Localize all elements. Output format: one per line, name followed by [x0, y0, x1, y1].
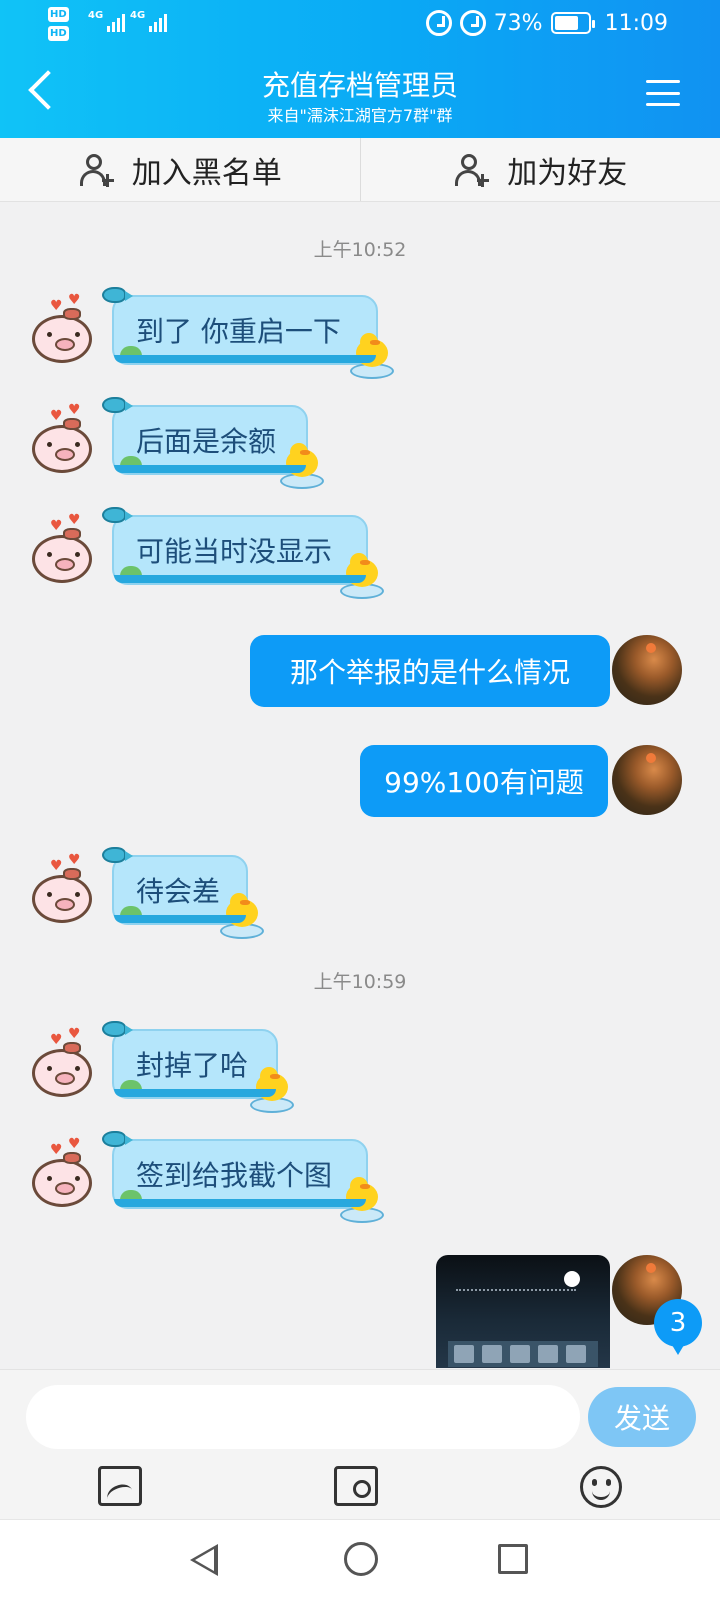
blacklist-label: 加入黑名单	[131, 155, 282, 191]
action-bar: 加入黑名单 加为好友	[0, 138, 720, 202]
blacklist-button[interactable]: 加入黑名单	[0, 138, 360, 201]
status-right: 73% 11:09	[425, 10, 668, 36]
page-title: 充值存档管理员	[261, 69, 458, 102]
received-message[interactable]: 可能当时没显示	[102, 507, 384, 599]
emoji-icon[interactable]	[580, 1466, 622, 1508]
menu-icon[interactable]	[646, 80, 680, 106]
duck-sticker-icon	[280, 443, 324, 489]
my-avatar[interactable]	[612, 745, 682, 815]
chat-area[interactable]: 上午10:52 ♥ ♥ 到了 你重启一下 ♥ ♥ 后面是余额 ♥ ♥ 可能当时没显示 …	[0, 203, 720, 1368]
comment-icon	[564, 1271, 580, 1287]
sent-image-message[interactable]	[436, 1255, 610, 1368]
timestamp: 上午10:59	[313, 971, 407, 993]
alarm-icon	[459, 10, 486, 36]
user-add-icon	[453, 152, 491, 188]
header-bar: HD HD 4G 4G 73% 11:09 充值存档管理员 来自"濡沫江湖官方7…	[0, 0, 720, 138]
received-message[interactable]: 签到给我截个图	[102, 1131, 384, 1223]
nav-home-icon[interactable]	[344, 1542, 378, 1576]
message-text: 签到给我截个图	[136, 1159, 333, 1192]
fish-icon	[102, 1021, 133, 1037]
avatar[interactable]: ♥ ♥	[32, 403, 94, 473]
sim-indicators: HD HD	[48, 6, 69, 44]
user-add-icon	[78, 152, 116, 188]
page-subtitle: 来自"濡沫江湖官方7群"群	[267, 106, 453, 125]
system-nav-bar	[0, 1519, 720, 1600]
add-friend-button[interactable]: 加为好友	[359, 138, 720, 201]
battery-level	[554, 16, 578, 30]
unread-badge[interactable]: 3	[654, 1299, 702, 1355]
hd-badge-2: HD	[48, 26, 69, 41]
image-icon[interactable]	[98, 1466, 142, 1506]
battery-percent: 73%	[493, 10, 543, 36]
received-message[interactable]: 后面是余额	[102, 397, 324, 489]
duck-sticker-icon	[340, 1177, 384, 1223]
message-text: 99%100有问题	[384, 766, 584, 799]
fish-icon	[102, 507, 133, 523]
avatar[interactable]: ♥ ♥	[32, 853, 94, 923]
nav-back-icon[interactable]	[190, 1544, 218, 1576]
message-text: 后面是余额	[136, 425, 277, 458]
message-text: 可能当时没显示	[136, 535, 333, 568]
status-bar: HD HD 4G 4G 73% 11:09	[0, 0, 720, 48]
clock: 11:09	[604, 10, 668, 36]
message-text: 封掉了哈	[136, 1049, 249, 1082]
fish-icon	[102, 397, 133, 413]
hd-badge-1: HD	[48, 7, 69, 22]
duck-sticker-icon	[340, 553, 384, 599]
battery-icon	[550, 12, 595, 34]
received-message[interactable]: 封掉了哈	[102, 1021, 294, 1113]
avatar[interactable]: ♥ ♥	[32, 1137, 94, 1207]
received-message[interactable]: 待会差	[102, 847, 264, 939]
camera-icon[interactable]	[334, 1466, 378, 1506]
duck-sticker-icon	[250, 1067, 294, 1113]
add-friend-label: 加为好友	[507, 155, 628, 191]
nav-recents-icon[interactable]	[498, 1544, 528, 1574]
data-saver-icon	[425, 10, 452, 36]
send-button[interactable]: 发送	[588, 1387, 696, 1447]
timestamp: 上午10:52	[313, 239, 407, 261]
message-text: 到了 你重启一下	[136, 315, 341, 348]
signal-icon-1: 4G	[88, 10, 126, 32]
received-message[interactable]: 到了 你重启一下	[102, 287, 394, 379]
avatar[interactable]: ♥ ♥	[32, 1027, 94, 1097]
avatar[interactable]: ♥ ♥	[32, 513, 94, 583]
signal-icon-2: 4G	[130, 10, 168, 32]
fish-icon	[102, 287, 133, 303]
message-input[interactable]	[26, 1385, 580, 1449]
fish-icon	[102, 1131, 133, 1147]
message-text: 那个举报的是什么情况	[289, 656, 570, 689]
my-avatar[interactable]	[612, 635, 682, 705]
avatar[interactable]: ♥ ♥	[32, 293, 94, 363]
sent-message[interactable]: 那个举报的是什么情况	[250, 635, 610, 707]
composer: 发送	[0, 1369, 720, 1519]
fish-icon	[102, 847, 133, 863]
message-text: 待会差	[136, 875, 221, 908]
duck-sticker-icon	[350, 333, 394, 379]
sent-message[interactable]: 99%100有问题	[360, 745, 608, 817]
duck-sticker-icon	[220, 893, 264, 939]
